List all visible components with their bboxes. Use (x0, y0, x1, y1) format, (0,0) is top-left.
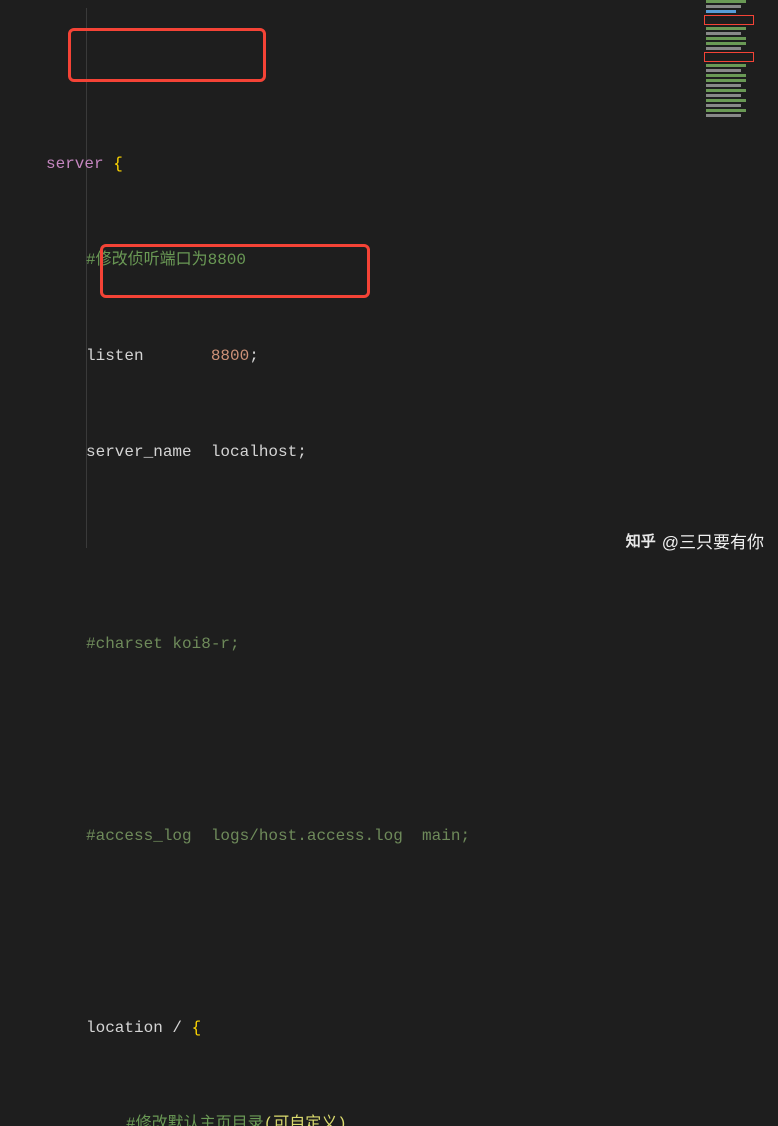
minimap-line (706, 37, 746, 40)
directive: listen (86, 347, 211, 365)
minimap-highlight (704, 52, 754, 62)
minimap-line (706, 64, 746, 67)
code-line: #charset koi8-r; (10, 632, 778, 656)
minimap-line (706, 32, 741, 35)
minimap-line (706, 94, 741, 97)
minimap-line (706, 114, 741, 117)
comment: #charset koi8-r; (86, 635, 240, 653)
brace: { (192, 1019, 202, 1037)
zhihu-logo-icon: 知乎 (626, 530, 656, 551)
code-line: server { (10, 152, 778, 176)
indent-guide (86, 8, 87, 548)
minimap-line (706, 5, 741, 8)
port: 8800 (211, 347, 249, 365)
minimap-line (706, 47, 741, 50)
code-line: #access_log logs/host.access.log main; (10, 824, 778, 848)
minimap-line (706, 109, 746, 112)
comment: #修改默认主页目录 (126, 1115, 264, 1126)
minimap-line (706, 42, 746, 45)
semi: ; (297, 443, 307, 461)
minimap-line (706, 84, 741, 87)
comment-paren: (可自定义) (264, 1115, 347, 1126)
code-line: listen 8800; (10, 344, 778, 368)
brace: { (104, 155, 123, 173)
code-line: #修改侦听端口为8800 (10, 248, 778, 272)
minimap-line (706, 69, 741, 72)
directive: server_name localhost (86, 443, 297, 461)
minimap-line (706, 89, 746, 92)
comment: #修改侦听端口为8800 (86, 251, 246, 269)
code-line: #修改默认主页目录(可自定义) (10, 1112, 778, 1126)
minimap-line (706, 99, 746, 102)
code-line: server_name localhost; (10, 440, 778, 464)
path: / (163, 1019, 192, 1037)
directive: location (86, 1019, 163, 1037)
minimap-line (706, 79, 746, 82)
minimap[interactable] (698, 0, 778, 180)
minimap-line (706, 10, 736, 13)
minimap-highlight (704, 15, 754, 25)
watermark: 知乎 @三只要有你 (626, 528, 764, 553)
code-editor[interactable]: server { #修改侦听端口为8800 listen 8800; serve… (0, 0, 778, 1126)
highlight-box-1 (68, 28, 266, 82)
comment: #access_log logs/host.access.log main; (86, 827, 470, 845)
code-line (10, 728, 778, 752)
minimap-line (706, 104, 741, 107)
minimap-line (706, 74, 746, 77)
code-line: location / { (10, 1016, 778, 1040)
code-line (10, 920, 778, 944)
minimap-line (706, 27, 746, 30)
keyword: server (46, 155, 104, 173)
semi: ; (249, 347, 259, 365)
minimap-line (706, 0, 746, 3)
watermark-text: @三只要有你 (662, 528, 764, 553)
